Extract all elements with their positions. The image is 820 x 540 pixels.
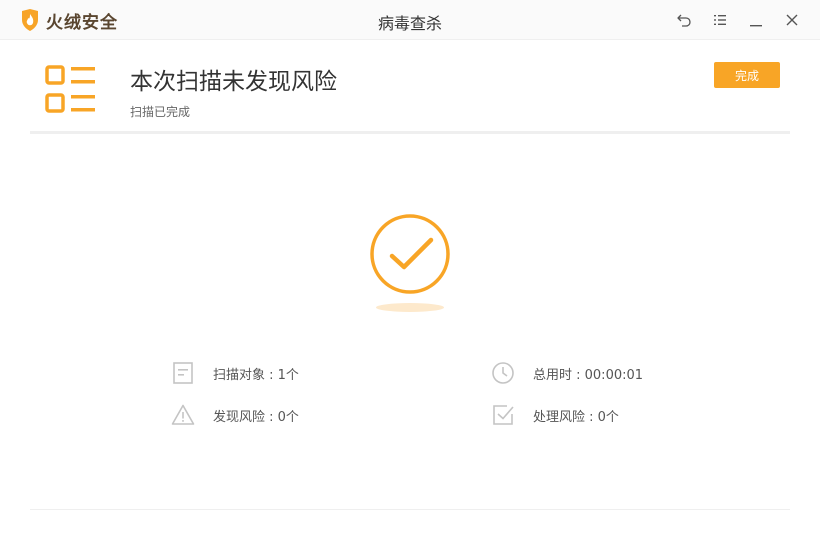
close-button[interactable] <box>782 10 802 30</box>
document-icon <box>173 362 193 384</box>
close-icon <box>786 14 798 26</box>
check-shadow <box>376 303 444 312</box>
checklist-icon <box>45 65 95 113</box>
stat-scan-objects: 扫描对象 : 1个 <box>171 361 299 385</box>
risks-found-text: 发现风险 : 0个 <box>213 409 299 425</box>
risks-handled-text: 处理风险 : 0个 <box>533 409 619 425</box>
minimize-button[interactable] <box>746 10 766 30</box>
done-button[interactable]: 完成 <box>714 62 780 88</box>
menu-button[interactable] <box>710 10 730 30</box>
window-title: 病毒查杀 <box>377 14 442 33</box>
check-circle-icon <box>370 214 450 294</box>
total-time-text: 总用时 : 00:00:01 <box>533 367 644 383</box>
clock-icon <box>492 362 514 384</box>
back-button[interactable] <box>674 10 694 30</box>
scan-result-title: 本次扫描未发现风险 <box>130 69 337 95</box>
stat-total-time: 总用时 : 00:00:01 <box>491 361 643 385</box>
scan-objects-text: 扫描对象 : 1个 <box>213 367 299 383</box>
scan-status-text: 扫描已完成 <box>130 105 191 119</box>
checkbox-icon <box>493 405 514 425</box>
warning-icon <box>171 404 195 425</box>
title-bar: 火绒安全 病毒查杀 <box>0 0 820 40</box>
scan-result-header: 本次扫描未发现风险 扫描已完成 完成 <box>30 40 790 134</box>
menu-icon <box>714 15 726 25</box>
bottom-divider <box>30 509 790 510</box>
minimize-icon <box>750 25 762 27</box>
stat-risks-handled: 处理风险 : 0个 <box>491 403 619 427</box>
stat-risks-found: 发现风险 : 0个 <box>171 403 299 427</box>
back-icon <box>677 14 691 27</box>
